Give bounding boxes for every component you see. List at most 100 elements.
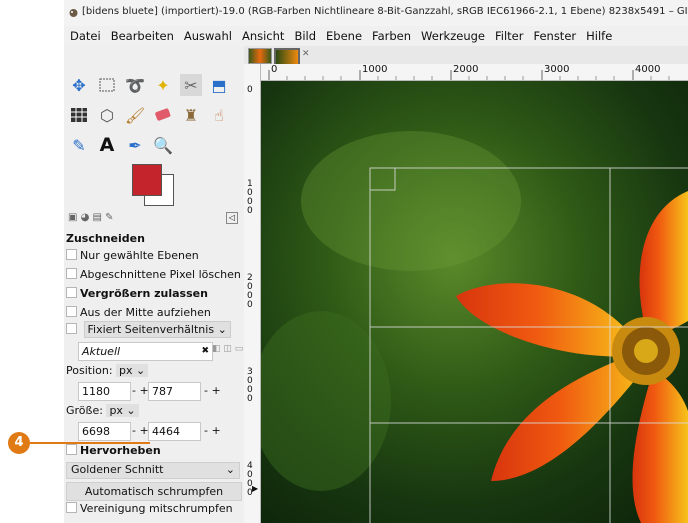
menu-fenster[interactable]: Fenster	[527, 26, 580, 46]
callout-leader-line	[30, 442, 150, 444]
transform-icon[interactable]: ⬒	[208, 74, 230, 96]
checkbox[interactable]	[66, 323, 77, 334]
tool-options-title: Zuschneiden	[66, 232, 145, 245]
delete-cropped-pixels-label: Abgeschnittene Pixel löschen	[80, 268, 241, 281]
aspect-buttons[interactable]: ◧ ◫ ▭	[212, 344, 243, 354]
menu-farben[interactable]: Farben	[366, 26, 415, 46]
position-unit-value: px	[119, 364, 133, 377]
cage-icon[interactable]: ⬡	[96, 104, 118, 126]
warp-icon[interactable]	[68, 104, 90, 126]
checkbox[interactable]	[66, 268, 77, 279]
chevron-down-icon: ⌄	[217, 323, 227, 336]
menu-bild[interactable]: Bild	[288, 26, 320, 46]
checkbox[interactable]	[66, 287, 77, 298]
menu-hilfe[interactable]: Hilfe	[580, 26, 616, 46]
flower-photo	[261, 81, 688, 523]
delete-cropped-pixels-option[interactable]: Abgeschnittene Pixel löschen	[66, 268, 242, 286]
menu-datei[interactable]: Datei	[64, 26, 105, 46]
menu-werkzeuge[interactable]: Werkzeuge	[415, 26, 489, 46]
callout-badge: 4	[8, 432, 30, 454]
menu-filter[interactable]: Filter	[489, 26, 527, 46]
vruler-label: 3000	[247, 367, 253, 404]
shrink-merged-label: Vereinigung mitschrumpfen	[80, 502, 233, 515]
vruler-label: 2000	[247, 273, 253, 310]
text-icon[interactable]: A	[96, 134, 118, 156]
window-title: [bidens bluete] (importiert)-19.0 (RGB-F…	[82, 6, 688, 17]
chevron-down-icon: ⌄	[225, 463, 235, 476]
hruler-label: 3000	[544, 64, 570, 75]
shrink-merged-option[interactable]: Vereinigung mitschrumpfen	[66, 502, 242, 520]
rect-select-icon[interactable]	[96, 74, 118, 96]
size-h-field[interactable]: 4464	[148, 422, 201, 441]
checkbox[interactable]	[66, 444, 77, 455]
fixed-aspect-option[interactable]: Fixiert Seitenverhältnis ⌄	[66, 321, 242, 341]
fixed-mode-dropdown[interactable]: Fixiert Seitenverhältnis ⌄	[83, 321, 231, 338]
clear-icon[interactable]: ✖	[201, 343, 209, 360]
menu-bearbeiten[interactable]: Bearbeiten	[105, 26, 178, 46]
position-x-stepper[interactable]: - +	[132, 384, 149, 397]
paths-icon[interactable]: ✎	[68, 134, 90, 156]
menu-auswahl[interactable]: Auswahl	[178, 26, 236, 46]
menu-ansicht[interactable]: Ansicht	[236, 26, 288, 46]
lasso-icon[interactable]: ➰	[124, 74, 146, 96]
fixed-mode-label: Fixiert Seitenverhältnis	[87, 323, 215, 336]
image-tabs: ✕	[244, 46, 688, 66]
vertical-ruler[interactable]: 0 1000 2000 3000 4000 ▶	[244, 64, 261, 523]
zoom-icon[interactable]: 🔍	[152, 134, 174, 156]
position-row: Position: px ⌄	[66, 364, 242, 382]
menu-bar: Datei Bearbeiten Auswahl Ansicht Bild Eb…	[64, 26, 688, 46]
only-selected-layers-option[interactable]: Nur gewählte Ebenen	[66, 249, 242, 267]
gimp-window: [bidens bluete] (importiert)-19.0 (RGB-F…	[64, 0, 688, 523]
paintbrush-icon[interactable]: 🖌	[124, 104, 146, 126]
aspect-ratio-value: Aktuell	[82, 345, 121, 358]
eraser-icon[interactable]	[152, 104, 174, 126]
image-canvas[interactable]	[261, 81, 688, 523]
guides-dropdown[interactable]: Goldener Schnitt ⌄	[66, 462, 240, 479]
crop-icon[interactable]: ✂	[180, 74, 202, 96]
checkbox[interactable]	[66, 249, 77, 260]
horizontal-ruler[interactable]: 0 1000 2000 3000 4000	[260, 64, 688, 81]
hruler-label: 1000	[362, 64, 388, 75]
smudge-icon[interactable]: ☝	[208, 104, 230, 126]
vruler-label: 1000	[247, 179, 253, 216]
size-w-field[interactable]: 6698	[78, 422, 131, 441]
foreground-color-swatch[interactable]	[132, 164, 162, 196]
panel-menu-icon[interactable]: ◁	[226, 212, 238, 224]
allow-growing-label: Vergrößern zulassen	[80, 287, 208, 300]
image-tab-thumbnail[interactable]	[248, 48, 272, 64]
toolbox-panel: ✥ ➰ ✦ ✂ ⬒ ⬡ 🖌 ♜ ☝ ✎ A ✒ 🔍 ▣ ◕ ▤ ✎ ◁ Zusc…	[64, 46, 245, 523]
gimp-app-icon	[69, 9, 78, 17]
checkbox[interactable]	[66, 502, 77, 513]
clone-icon[interactable]: ♜	[180, 104, 202, 126]
aspect-ratio-field[interactable]: Aktuell ✖	[78, 342, 213, 361]
position-y-field[interactable]: 787	[148, 382, 201, 401]
auto-shrink-button[interactable]: Automatisch schrumpfen	[66, 482, 242, 501]
highlight-option[interactable]: Hervorheben	[66, 444, 242, 462]
size-h-stepper[interactable]: - +	[204, 424, 221, 437]
dock-tab-icons[interactable]: ▣ ◕ ▤ ✎	[68, 212, 114, 223]
position-label: Position:	[66, 364, 113, 377]
size-label: Größe:	[66, 404, 103, 417]
size-unit-value: px	[109, 404, 123, 417]
expand-from-center-label: Aus der Mitte aufziehen	[80, 306, 211, 319]
hruler-label: 4000	[635, 64, 661, 75]
title-bar: [bidens bluete] (importiert)-19.0 (RGB-F…	[64, 0, 688, 26]
checkbox[interactable]	[66, 306, 77, 317]
position-x-field[interactable]: 1180	[78, 382, 131, 401]
position-y-stepper[interactable]: - +	[204, 384, 221, 397]
fuzzy-select-icon[interactable]: ✦	[152, 74, 174, 96]
size-w-stepper[interactable]: - +	[132, 424, 149, 437]
hruler-label: 0	[271, 64, 278, 75]
color-picker-icon[interactable]: ✒	[124, 134, 146, 156]
size-unit-select[interactable]: px ⌄	[106, 404, 139, 417]
highlight-label: Hervorheben	[80, 444, 161, 457]
guides-value: Goldener Schnitt	[71, 463, 164, 476]
hruler-label: 2000	[453, 64, 479, 75]
allow-growing-option[interactable]: Vergrößern zulassen	[66, 287, 242, 305]
close-icon[interactable]: ✕	[302, 49, 310, 59]
menu-ebene[interactable]: Ebene	[320, 26, 366, 46]
position-unit-select[interactable]: px ⌄	[116, 364, 149, 377]
only-selected-layers-label: Nur gewählte Ebenen	[80, 249, 199, 262]
move-icon[interactable]: ✥	[68, 74, 90, 96]
ruler-arrow-icon: ▶	[252, 484, 259, 493]
